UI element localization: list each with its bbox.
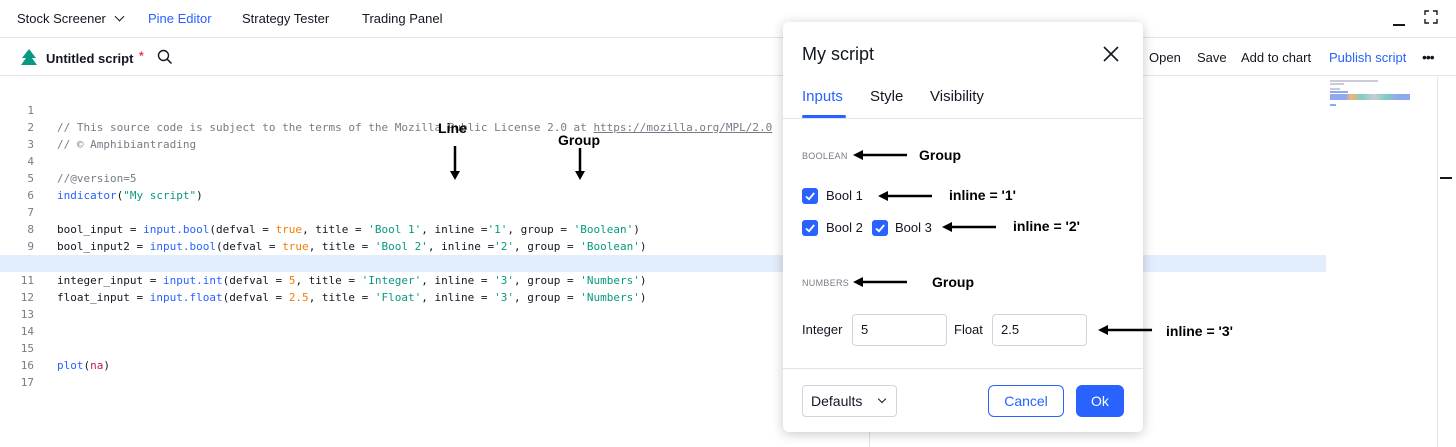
annotation-group-boolean: Group xyxy=(919,147,961,163)
arrow-down-icon xyxy=(450,146,460,180)
float-label: Float xyxy=(954,322,983,337)
pine-logo-icon xyxy=(21,49,37,65)
tab-trading-panel[interactable]: Trading Panel xyxy=(362,11,442,26)
divider xyxy=(783,368,1143,369)
tab-inputs[interactable]: Inputs xyxy=(802,88,843,105)
annotation-line: Line xyxy=(438,120,467,136)
bool2-checkbox[interactable] xyxy=(802,220,818,236)
annotation-inline-3: inline = '3' xyxy=(1166,323,1233,339)
line-number: 17 xyxy=(20,376,34,389)
fullscreen-icon[interactable] xyxy=(1424,10,1438,24)
arrow-down-icon xyxy=(575,148,585,180)
arrow-left-icon xyxy=(878,191,932,201)
bool3-checkbox[interactable] xyxy=(872,220,888,236)
arrow-left-icon xyxy=(1098,325,1152,335)
minimize-icon[interactable] xyxy=(1393,24,1405,26)
annotation-group: Group xyxy=(558,132,600,148)
group-label-boolean: BOOLEAN xyxy=(802,151,848,161)
tab-stock-screener[interactable]: Stock Screener xyxy=(17,11,106,26)
script-toolbar: Untitled script * Open Save Add to chart… xyxy=(0,39,1456,76)
save-button[interactable]: Save xyxy=(1197,50,1227,65)
chevron-down-icon xyxy=(877,394,887,404)
integer-input[interactable]: 5 xyxy=(852,314,947,346)
checkmark-icon xyxy=(805,192,815,201)
scrollbar-marker xyxy=(1440,177,1452,179)
tab-strategy-tester[interactable]: Strategy Tester xyxy=(242,11,329,26)
tab-visibility[interactable]: Visibility xyxy=(930,88,984,105)
checkmark-icon xyxy=(875,224,885,233)
arrow-left-icon xyxy=(942,222,996,232)
unsaved-marker: * xyxy=(139,49,144,63)
close-icon[interactable] xyxy=(1101,44,1121,64)
script-name[interactable]: Untitled script xyxy=(46,51,133,66)
top-tab-bar: Stock Screener Pine Editor Strategy Test… xyxy=(0,0,1456,38)
vertical-scrollbar[interactable] xyxy=(1437,77,1438,447)
tab-pine-editor[interactable]: Pine Editor xyxy=(148,11,212,26)
bool1-label[interactable]: Bool 1 xyxy=(826,188,863,203)
group-label-numbers: NUMBERS xyxy=(802,278,850,288)
search-icon[interactable] xyxy=(157,49,173,65)
dialog-title: My script xyxy=(802,44,874,64)
ok-button[interactable]: Ok xyxy=(1076,385,1124,417)
more-icon[interactable]: ••• xyxy=(1422,49,1435,65)
chevron-down-icon[interactable] xyxy=(114,11,125,22)
annotation-inline-1: inline = '1' xyxy=(949,187,1016,203)
add-to-chart-button[interactable]: Add to chart xyxy=(1241,50,1311,65)
open-button[interactable]: Open xyxy=(1149,50,1181,65)
publish-script-button[interactable]: Publish script xyxy=(1329,50,1406,65)
code-minimap[interactable] xyxy=(1330,80,1420,110)
arrow-left-icon xyxy=(853,277,907,287)
checkmark-icon xyxy=(805,224,815,233)
divider xyxy=(783,118,1143,119)
bool1-checkbox[interactable] xyxy=(802,188,818,204)
annotation-inline-2: inline = '2' xyxy=(1013,218,1080,234)
defaults-label: Defaults xyxy=(811,393,863,409)
annotation-group-numbers: Group xyxy=(932,274,974,290)
cancel-button[interactable]: Cancel xyxy=(988,385,1064,417)
bool2-label[interactable]: Bool 2 xyxy=(826,220,863,235)
arrow-left-icon xyxy=(853,150,907,160)
defaults-dropdown[interactable]: Defaults xyxy=(802,385,897,417)
float-input[interactable]: 2.5 xyxy=(992,314,1087,346)
integer-label: Integer xyxy=(802,322,843,337)
bool3-label[interactable]: Bool 3 xyxy=(895,220,932,235)
tab-style[interactable]: Style xyxy=(870,88,903,105)
